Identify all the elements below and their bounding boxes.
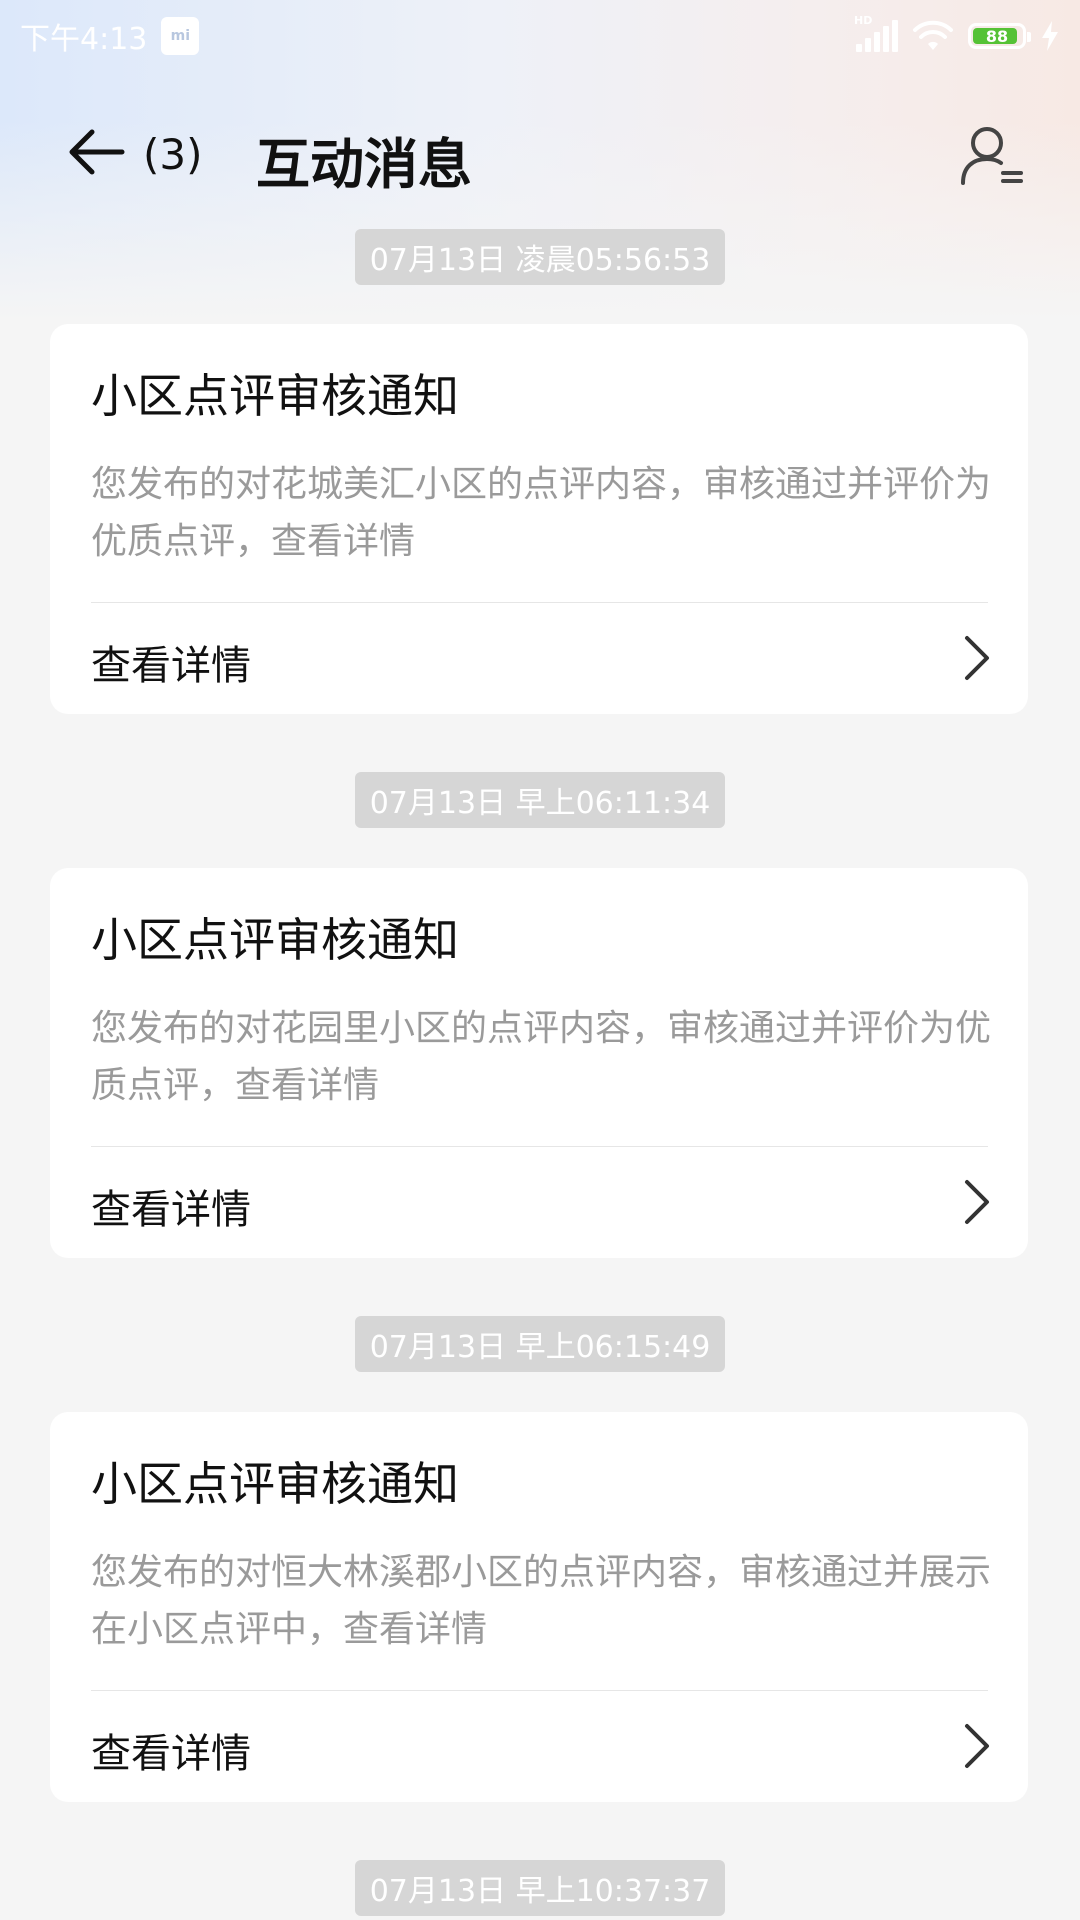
view-details-label: 查看详情 [91,1187,251,1233]
message-card: 小区点评审核通知 您发布的对花城美汇小区的点评内容，审核通过并评价为优质点评，查… [50,324,1028,714]
signal-icon: HD [854,14,898,52]
chevron-right-icon [965,1180,989,1224]
arrow-left-icon [69,129,125,175]
battery-icon: 88 [968,23,1031,49]
view-details-link[interactable]: 查看详情 [50,603,1028,714]
message-timestamp: 07月13日 凌晨05:56:53 [355,229,725,285]
status-right: HD 88 [854,14,1060,52]
view-details-link[interactable]: 查看详情 [50,1691,1028,1802]
message-card: 小区点评审核通知 您发布的对花园里小区的点评内容，审核通过并评价为优质点评，查看… [50,868,1028,1258]
page-title: 互动消息 [256,133,472,196]
unread-count: (3) [143,130,203,179]
charging-bolt-icon [1040,20,1060,52]
message-body: 您发布的对花园里小区的点评内容，审核通过并评价为优质点评，查看详情 [91,1008,992,1106]
back-button[interactable] [66,122,126,182]
wifi-icon [912,20,954,52]
message-title: 小区点评审核通知 [91,1457,459,1511]
message-timestamp: 07月13日 早上06:15:49 [355,1316,725,1372]
user-settings-icon [961,127,1023,185]
view-details-label: 查看详情 [91,1731,251,1777]
message-body: 您发布的对恒大林溪郡小区的点评内容，审核通过并展示在小区点评中，查看详情 [91,1552,992,1650]
profile-button[interactable] [956,120,1026,190]
chevron-right-icon [965,636,989,680]
view-details-label: 查看详情 [91,643,251,689]
status-time: 下午4:13 [20,22,148,57]
message-title: 小区点评审核通知 [91,913,459,967]
message-card: 小区点评审核通知 您发布的对恒大林溪郡小区的点评内容，审核通过并展示在小区点评中… [50,1412,1028,1802]
message-timestamp: 07月13日 早上10:37:37 [355,1860,725,1916]
network-type: HD [854,14,873,27]
status-left: 下午4:13 mi [20,14,200,58]
status-bar: 下午4:13 mi HD 88 [0,0,1080,72]
message-title: 小区点评审核通知 [91,369,459,423]
message-timestamp: 07月13日 早上06:11:34 [355,772,725,828]
chevron-right-icon [965,1724,989,1768]
battery-level: 88 [985,26,1009,46]
message-body: 您发布的对花城美汇小区的点评内容，审核通过并评价为优质点评，查看详情 [91,464,992,562]
app-header: (3) 互动消息 [0,100,1080,210]
view-details-link[interactable]: 查看详情 [50,1147,1028,1258]
mi-icon: mi [161,17,200,55]
